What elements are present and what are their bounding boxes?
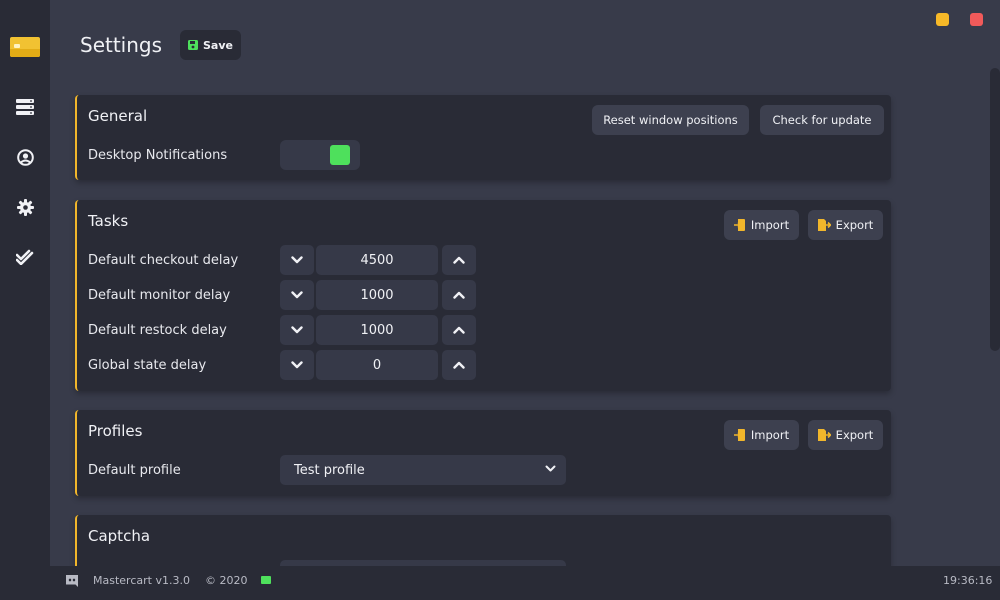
toggle-knob — [330, 145, 350, 165]
default-profile-label: Default profile — [88, 463, 181, 478]
import-icon — [733, 219, 745, 231]
sidebar-item-tasks[interactable] — [15, 97, 35, 117]
tasks-export-label: Export — [835, 218, 874, 232]
reset-window-positions-label: Reset window positions — [603, 113, 738, 127]
profiles-title: Profiles — [88, 422, 143, 440]
monitor-delay-decrement[interactable] — [280, 280, 314, 310]
checkout-delay-decrement[interactable] — [280, 245, 314, 275]
check-for-update-button[interactable]: Check for update — [760, 105, 884, 135]
chevron-down-icon — [291, 361, 303, 369]
chevron-up-icon — [453, 361, 465, 369]
captcha-title: Captcha — [88, 527, 151, 545]
global-state-delay-decrement[interactable] — [280, 350, 314, 380]
checkout-delay-input[interactable] — [316, 245, 438, 275]
tasks-export-button[interactable]: Export — [808, 210, 883, 240]
tasks-import-label: Import — [750, 218, 790, 232]
global-state-delay-increment[interactable] — [442, 350, 476, 380]
sidebar — [0, 0, 50, 600]
checkout-delay-increment[interactable] — [442, 245, 476, 275]
general-title: General — [88, 107, 148, 125]
restock-delay-decrement[interactable] — [280, 315, 314, 345]
general-card: General Reset window positions Check for… — [75, 95, 891, 180]
default-profile-select[interactable]: Test profile — [280, 455, 566, 485]
page-title: Settings — [80, 33, 163, 57]
scrollbar-thumb[interactable] — [990, 68, 1000, 351]
chevron-up-icon — [453, 256, 465, 264]
import-icon — [733, 429, 745, 441]
chevron-up-icon — [453, 291, 465, 299]
reset-window-positions-button[interactable]: Reset window positions — [592, 105, 749, 135]
monitor-delay-increment[interactable] — [442, 280, 476, 310]
sidebar-item-checks[interactable] — [15, 247, 35, 267]
captcha-card: Captcha — [75, 515, 891, 566]
monitor-delay-input[interactable] — [316, 280, 438, 310]
profiles-export-button[interactable]: Export — [808, 420, 883, 450]
check-for-update-label: Check for update — [772, 113, 872, 127]
double-check-icon — [16, 249, 34, 265]
close-button[interactable] — [970, 13, 983, 26]
export-icon — [817, 219, 831, 231]
app-version: Mastercart v1.3.0 — [93, 574, 190, 587]
restock-delay-increment[interactable] — [442, 315, 476, 345]
tasks-import-button[interactable]: Import — [724, 210, 799, 240]
sidebar-item-profiles[interactable] — [15, 147, 35, 167]
desktop-notifications-toggle[interactable] — [280, 140, 360, 170]
copyright: © 2020 — [205, 574, 248, 587]
profiles-import-button[interactable]: Import — [724, 420, 799, 450]
status-bar: Mastercart v1.3.0 © 2020 19:36:16 — [50, 566, 1000, 600]
chevron-down-icon — [291, 291, 303, 299]
discord-icon[interactable] — [65, 574, 79, 588]
restock-delay-input[interactable] — [316, 315, 438, 345]
sidebar-item-settings[interactable] — [15, 197, 35, 217]
floppy-disk-icon — [188, 40, 198, 50]
chevron-down-icon — [545, 465, 556, 472]
app-logo — [10, 37, 40, 57]
default-restock-delay-label: Default restock delay — [88, 323, 227, 338]
chevron-down-icon — [291, 326, 303, 334]
profiles-export-label: Export — [835, 428, 874, 442]
minimize-button[interactable] — [936, 13, 949, 26]
chevron-up-icon — [453, 326, 465, 334]
tasks-title: Tasks — [88, 212, 129, 230]
save-button-label: Save — [203, 38, 233, 52]
server-icon — [16, 99, 34, 115]
profiles-card: Profiles Import Export Default profile T… — [75, 410, 891, 496]
user-circle-icon — [16, 148, 34, 166]
global-state-delay-label: Global state delay — [88, 358, 207, 373]
connection-status-indicator — [261, 576, 271, 584]
default-checkout-delay-label: Default checkout delay — [88, 253, 239, 268]
chevron-down-icon — [291, 256, 303, 264]
clock: 19:36:16 — [943, 574, 993, 587]
profiles-import-label: Import — [750, 428, 790, 442]
global-state-delay-input[interactable] — [316, 350, 438, 380]
desktop-notifications-label: Desktop Notifications — [88, 148, 228, 163]
default-profile-value: Test profile — [294, 462, 365, 478]
default-monitor-delay-label: Default monitor delay — [88, 288, 231, 303]
save-button[interactable]: Save — [180, 30, 241, 60]
export-icon — [817, 429, 831, 441]
gear-icon — [16, 198, 34, 216]
tasks-card: Tasks Import Export Default checkout del… — [75, 200, 891, 391]
